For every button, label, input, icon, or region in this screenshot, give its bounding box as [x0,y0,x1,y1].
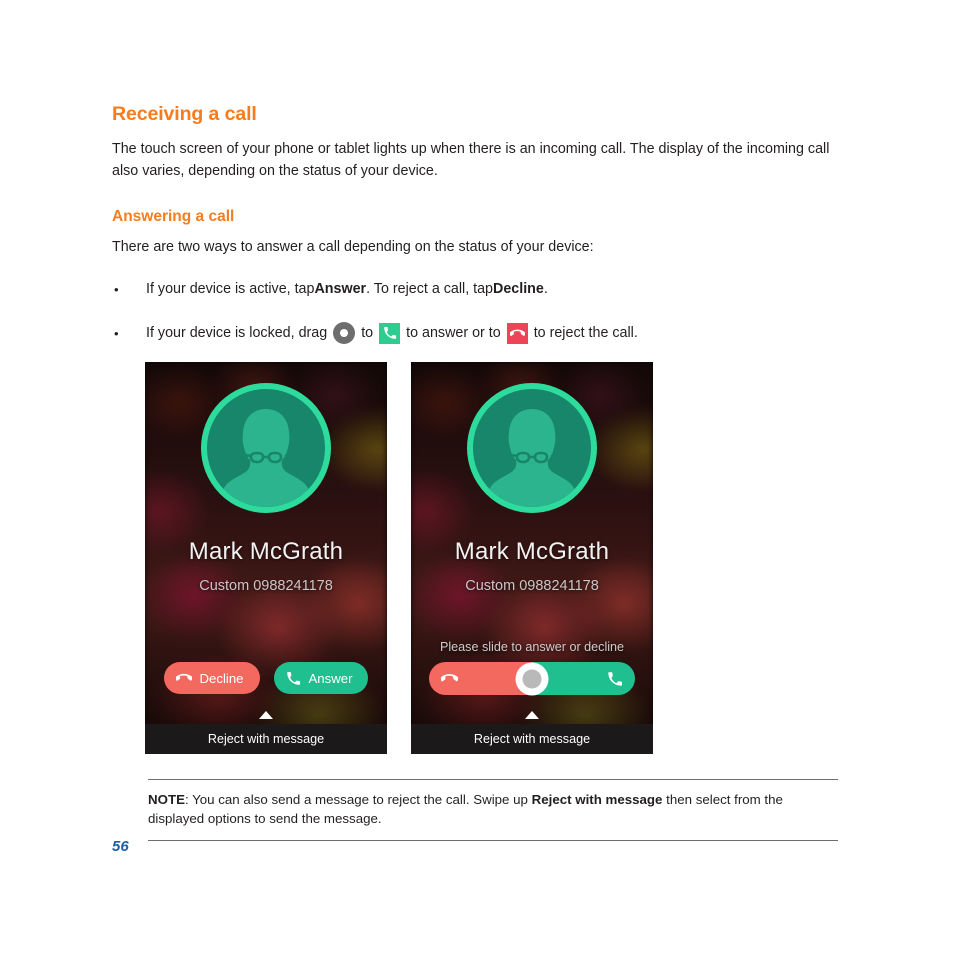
bullet1-part1: If your device is active, tap [146,280,315,297]
contact-avatar-icon [201,383,331,513]
caller-name: Mark McGrath [188,538,344,565]
intro-paragraph: The touch screen of your phone or tablet… [112,141,830,179]
reject-with-message-label: Reject with message [207,732,325,746]
bullet1-bold-answer: Answer [314,280,367,297]
slider-knob[interactable] [515,662,549,695]
list-item-text: If your device is active, tap Answer. To… [146,279,548,300]
decline-button-label: Decline [199,670,244,686]
call-action-buttons: Decline Answer [145,662,387,694]
caret-up-icon [259,711,273,719]
page-number: 56 [112,838,129,855]
decline-phone-icon [175,673,192,681]
list-item-text: If your device is locked, drag to to ans… [146,322,638,345]
answer-decline-slider[interactable] [429,662,635,695]
lead-paragraph: There are two ways to answer a call depe… [112,239,594,256]
answer-button[interactable]: Answer [273,662,369,694]
answer-phone-icon [379,322,401,344]
instruction-list: • If your device is active, tap Answer. … [112,279,842,345]
reject-with-message-bar[interactable]: Reject with message [411,724,653,754]
note-label: NOTE [148,792,185,807]
bullet2-part3: to answer or to [406,324,501,341]
caller-name: Mark McGrath [454,538,610,565]
slide-hint-text: Please slide to answer or decline [439,640,625,654]
answer-phone-icon [608,671,622,686]
contact-avatar-icon [467,383,597,513]
answer-phone-icon [286,671,300,685]
decline-button[interactable]: Decline [163,662,260,694]
screenshot-pair: Mark McGrath Custom 0988241178 Decline A… [145,362,653,754]
note-text-before: : You can also send a message to reject … [184,792,532,807]
page-title: Receiving a call [112,103,257,125]
caret-up-icon [525,711,539,719]
answer-button-label: Answer [308,670,353,686]
incoming-call-screen-locked: Mark McGrath Custom 0988241178 Please sl… [411,362,653,754]
slider-knob-inner [522,669,542,688]
bullet2-part4: to reject the call. [533,324,638,341]
incoming-call-screen-active: Mark McGrath Custom 0988241178 Decline A… [145,362,387,754]
decline-phone-icon [506,322,528,344]
bullet-marker: • [114,325,119,341]
bullet1-part3: . [543,280,548,297]
list-item: • If your device is active, tap Answer. … [112,279,842,300]
reject-with-message-bar[interactable]: Reject with message [145,724,387,754]
bullet-marker: • [114,282,119,298]
section-subheading: Answering a call [112,208,235,226]
drag-handle-icon [333,322,356,345]
manual-page: Receiving a call The touch screen of you… [0,0,954,954]
document-content: Receiving a call The touch screen of you… [112,103,842,366]
bullet2-part2: to [361,324,374,341]
note-bold-phrase: Reject with message [531,792,663,807]
note-box: NOTE: You can also send a message to rej… [148,779,838,841]
decline-phone-icon [441,674,458,682]
note-text: NOTE: You can also send a message to rej… [148,790,838,829]
caller-number-label: Custom 0988241178 [199,578,333,594]
bullet1-bold-decline: Decline [493,280,544,297]
bullet2-part1: If your device is locked, drag [146,324,328,341]
reject-with-message-label: Reject with message [473,732,591,746]
list-item: • If your device is locked, drag to to a… [112,322,842,345]
bullet1-part2: . To reject a call, tap [366,280,494,297]
caller-number-label: Custom 0988241178 [465,578,599,594]
